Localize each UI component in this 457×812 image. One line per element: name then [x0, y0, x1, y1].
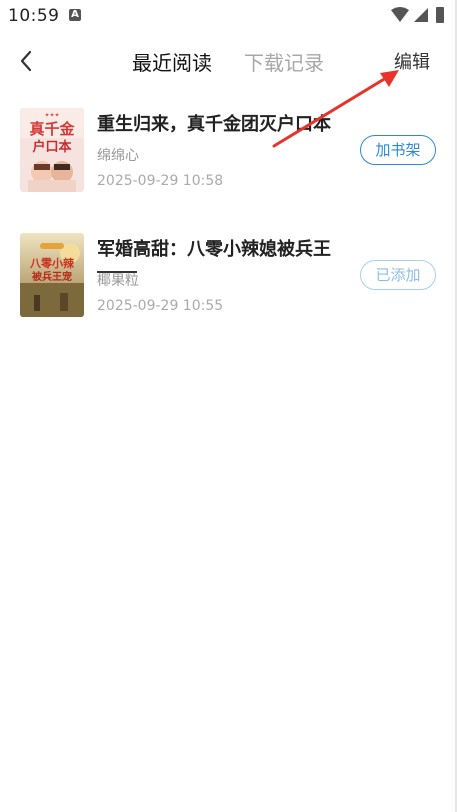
svg-text:户口本: 户口本 — [32, 139, 71, 155]
svg-text:✦✦✦: ✦✦✦ — [44, 112, 59, 119]
book-title[interactable]: 重生归来，真千金团灭户口本 — [97, 110, 331, 136]
edit-button[interactable]: 编辑 — [394, 48, 430, 74]
status-bar: 10:59 A — [0, 0, 457, 32]
notification-icon: A — [69, 9, 81, 21]
signal-icon — [414, 8, 428, 22]
book-author: 绵绵心 — [97, 148, 139, 164]
read-timestamp: 2025-09-29 10:55 — [97, 298, 224, 314]
book-cover[interactable]: 八零小辣 被兵王宠 — [20, 233, 84, 317]
book-list-item[interactable]: 八零小辣 被兵王宠 军婚高甜：八零小辣媳被兵王 椰果粒 2025-09-29 1… — [0, 233, 457, 333]
battery-icon — [436, 7, 444, 23]
book-list-item[interactable]: ✦✦✦ 真千金 户口本 重生归来，真千金团灭户口本 绵绵心 2025-09-29… — [0, 108, 457, 208]
tab-download-history[interactable]: 下载记录 — [244, 47, 324, 76]
read-timestamp: 2025-09-29 10:58 — [97, 173, 224, 189]
wifi-icon — [391, 7, 409, 22]
svg-text:被兵王宠: 被兵王宠 — [32, 270, 72, 283]
back-icon[interactable] — [14, 46, 40, 76]
status-time: 10:59 — [8, 6, 60, 26]
status-icons — [391, 7, 444, 23]
book-cover[interactable]: ✦✦✦ 真千金 户口本 — [20, 108, 84, 192]
svg-text:八零小辣: 八零小辣 — [29, 256, 75, 270]
tab-recent-reading[interactable]: 最近阅读 — [132, 47, 212, 76]
added-to-bookshelf-button[interactable]: 已添加 — [360, 260, 436, 290]
book-author: 椰果粒 — [97, 273, 139, 289]
add-to-bookshelf-button[interactable]: 加书架 — [360, 135, 436, 165]
book-title[interactable]: 军婚高甜：八零小辣媳被兵王 — [97, 235, 331, 261]
nav-bar: 最近阅读 下载记录 编辑 — [0, 32, 457, 90]
svg-text:真千金: 真千金 — [29, 120, 75, 138]
